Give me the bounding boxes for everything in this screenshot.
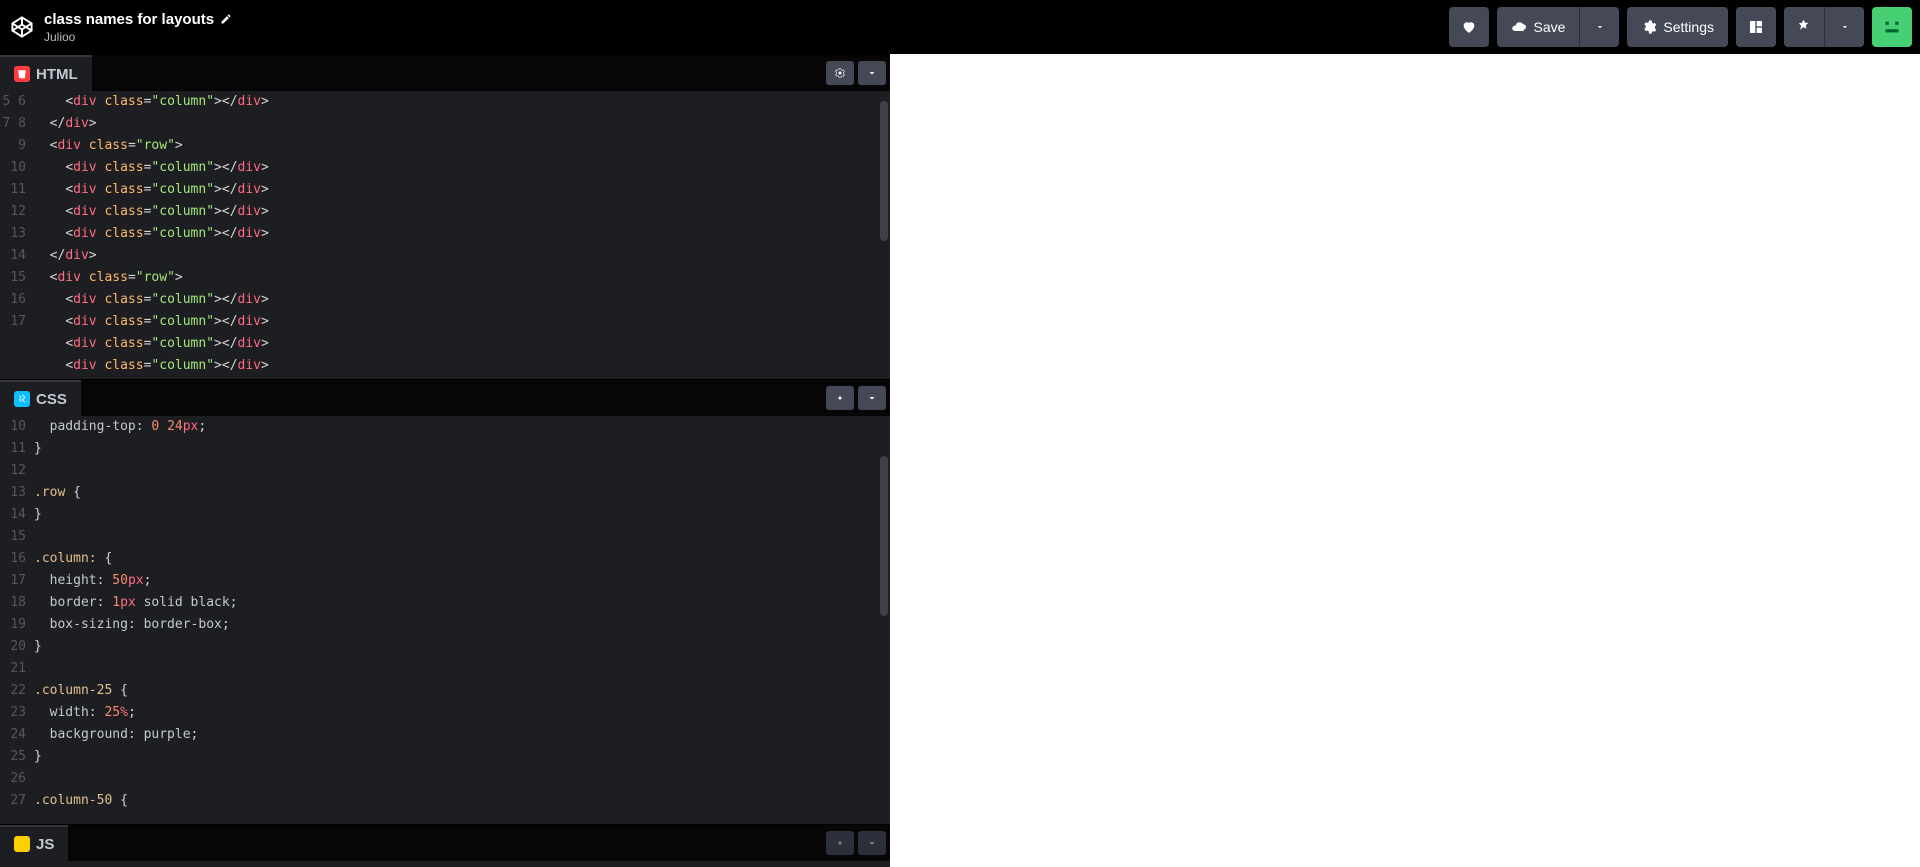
tab-css-label: CSS	[36, 391, 67, 408]
workspace: HTML 5 6 7 8 9 10 11 12 13 14 15 16 17 <…	[0, 54, 1920, 867]
pen-title[interactable]: class names for layouts	[44, 11, 232, 28]
panel-header-js: JS	[0, 825, 890, 861]
html-icon	[14, 66, 30, 82]
pin-button[interactable]	[1784, 7, 1824, 47]
layout-button[interactable]	[1736, 7, 1776, 47]
panel-css: CSS 10 11 12 13 14 15 16 17 18 19 20 21 …	[0, 379, 890, 824]
panel-header-html: HTML	[0, 55, 890, 91]
css-icon	[14, 391, 30, 407]
gear-icon	[834, 837, 846, 849]
settings-label: Settings	[1663, 19, 1714, 35]
save-button-group: Save	[1497, 7, 1619, 47]
panel-actions-js	[826, 831, 890, 855]
chevron-down-icon	[866, 67, 878, 79]
pen-author[interactable]: Julioo	[44, 30, 232, 44]
title-block: class names for layouts Julioo	[44, 11, 232, 44]
panel-settings-button[interactable]	[826, 61, 854, 85]
code-area-css[interactable]: 10 11 12 13 14 15 16 17 18 19 20 21 22 2…	[0, 416, 890, 824]
gutter-css: 10 11 12 13 14 15 16 17 18 19 20 21 22 2…	[0, 416, 34, 824]
panel-actions-html	[826, 61, 890, 85]
panel-js: JS	[0, 824, 890, 864]
panel-collapse-button[interactable]	[858, 831, 886, 855]
js-icon	[14, 836, 30, 852]
heart-icon	[1461, 19, 1477, 35]
pin-dropdown-button[interactable]	[1824, 7, 1864, 47]
pin-button-group	[1784, 7, 1864, 47]
tab-js[interactable]: JS	[0, 825, 68, 861]
chevron-down-icon	[1595, 22, 1605, 32]
pen-title-text: class names for layouts	[44, 11, 214, 28]
tab-html[interactable]: HTML	[0, 55, 92, 91]
code-area-html[interactable]: 5 6 7 8 9 10 11 12 13 14 15 16 17 <div c…	[0, 91, 890, 379]
panel-collapse-button[interactable]	[858, 61, 886, 85]
panel-actions-css	[826, 386, 890, 410]
scrollbar-css[interactable]	[880, 456, 888, 616]
panel-settings-button[interactable]	[826, 831, 854, 855]
save-button[interactable]: Save	[1497, 7, 1579, 47]
avatar[interactable]	[1872, 7, 1912, 47]
settings-button[interactable]: Settings	[1627, 7, 1728, 47]
preview-pane[interactable]	[890, 54, 1920, 867]
panel-html: HTML 5 6 7 8 9 10 11 12 13 14 15 16 17 <…	[0, 54, 890, 379]
scrollbar-html[interactable]	[880, 101, 888, 241]
codelines-html[interactable]: <div class="column"></div> </div> <div c…	[34, 91, 890, 379]
edit-icon[interactable]	[220, 13, 232, 25]
layout-icon	[1748, 19, 1764, 35]
love-button[interactable]	[1449, 7, 1489, 47]
gear-icon	[834, 392, 846, 404]
gutter-html: 5 6 7 8 9 10 11 12 13 14 15 16 17	[0, 91, 34, 379]
save-dropdown-button[interactable]	[1579, 7, 1619, 47]
codepen-logo[interactable]	[8, 13, 36, 41]
tab-css[interactable]: CSS	[0, 380, 81, 416]
panel-settings-button[interactable]	[826, 386, 854, 410]
save-label: Save	[1533, 19, 1565, 35]
gear-icon	[1641, 19, 1657, 35]
codelines-css[interactable]: padding-top: 0 24px; } .row { } .column:…	[34, 416, 890, 824]
editors-column: HTML 5 6 7 8 9 10 11 12 13 14 15 16 17 <…	[0, 54, 890, 867]
gear-icon	[834, 67, 846, 79]
panel-header-css: CSS	[0, 380, 890, 416]
chevron-down-icon	[866, 837, 878, 849]
chevron-down-icon	[866, 392, 878, 404]
tab-js-label: JS	[36, 836, 54, 853]
chevron-down-icon	[1840, 22, 1850, 32]
tab-html-label: HTML	[36, 66, 78, 83]
panel-collapse-button[interactable]	[858, 386, 886, 410]
cloud-icon	[1511, 19, 1527, 35]
pin-icon	[1797, 20, 1811, 34]
avatar-icon	[1879, 14, 1905, 40]
topbar: class names for layouts Julioo Save Sett…	[0, 0, 1920, 54]
